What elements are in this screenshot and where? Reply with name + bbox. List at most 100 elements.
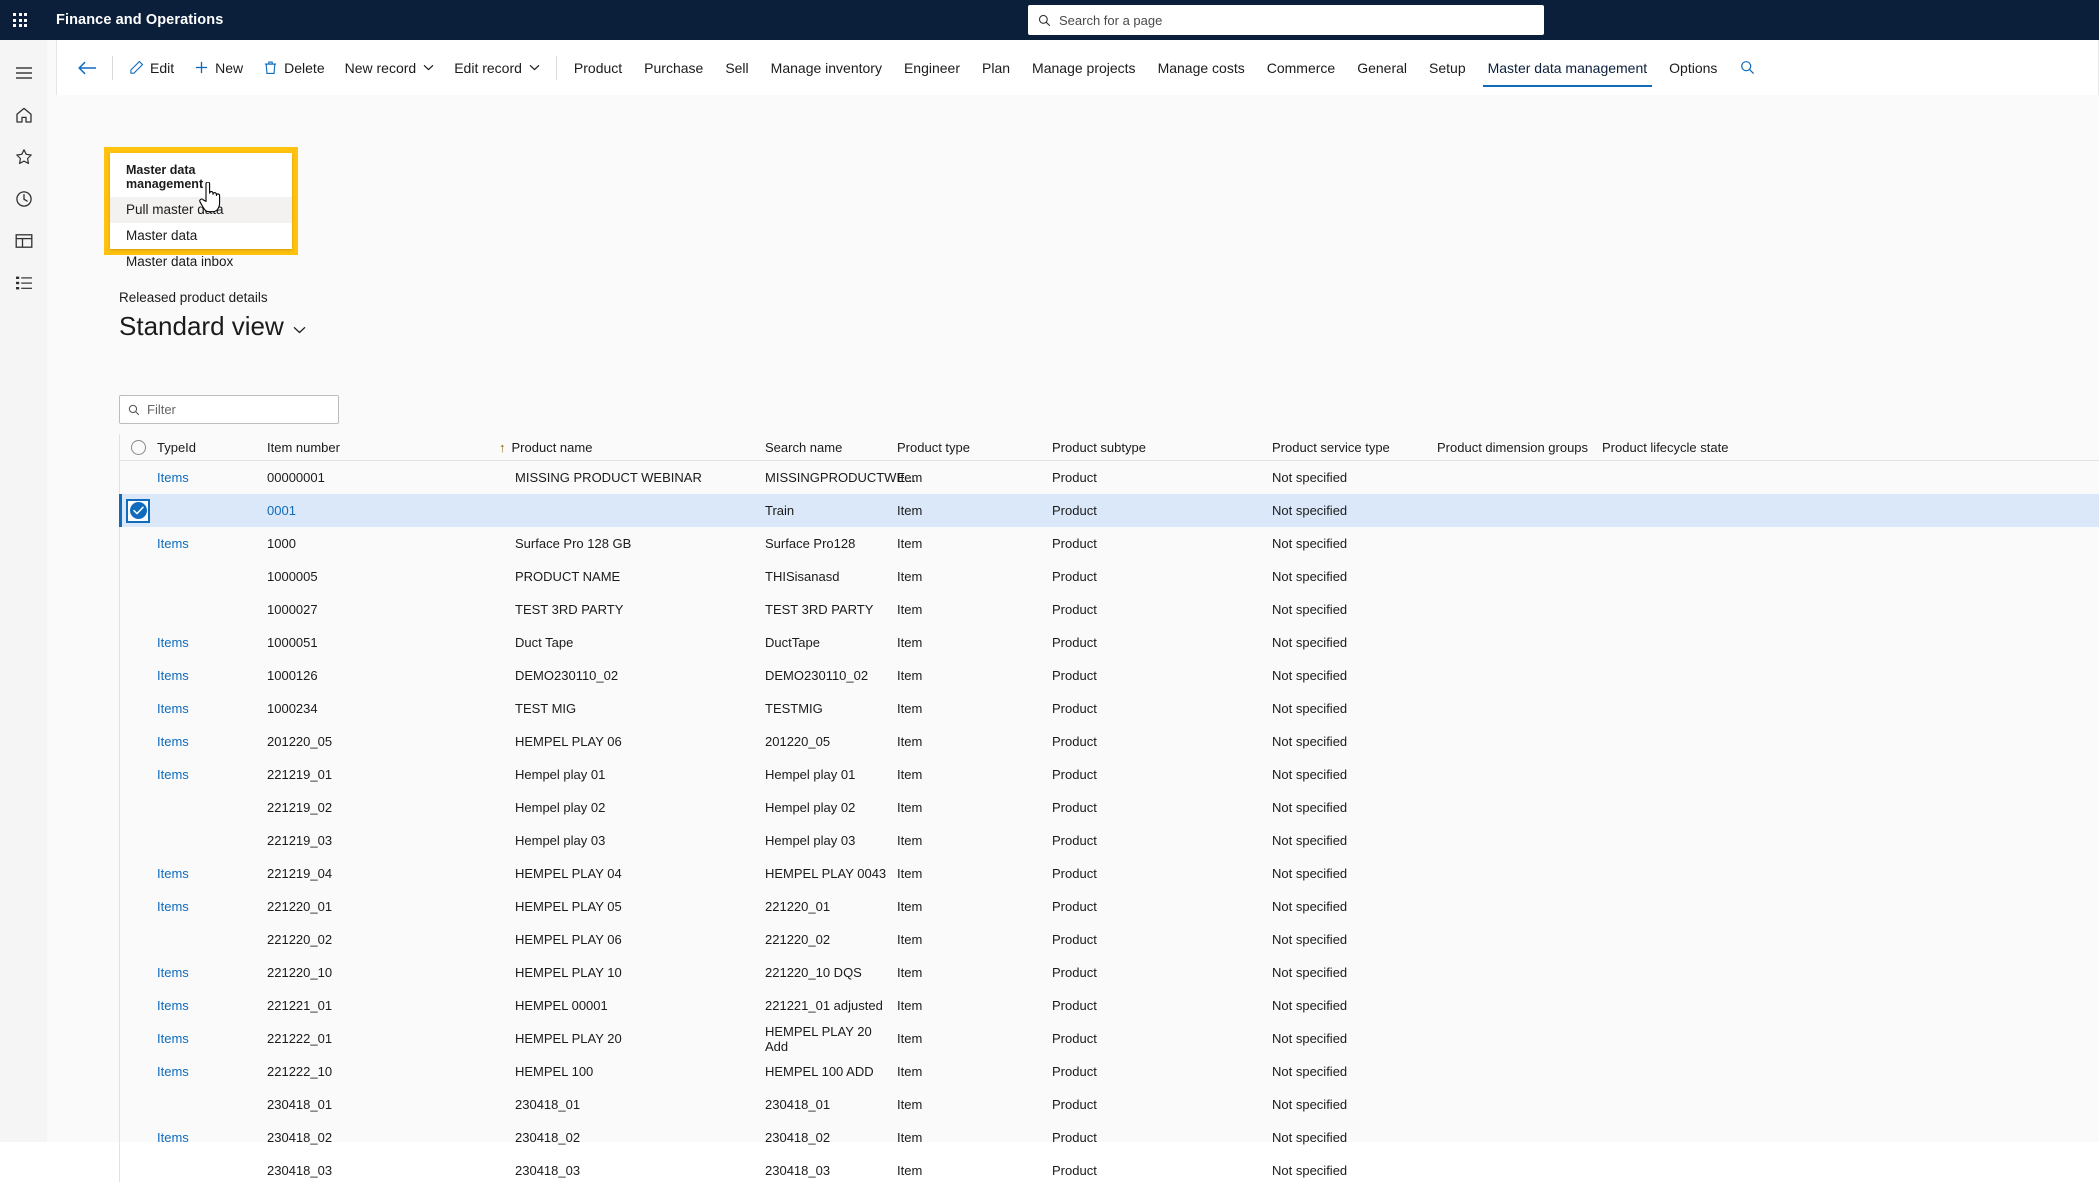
column-header-product-subtype[interactable]: Product subtype xyxy=(1052,440,1272,455)
cell-item-number[interactable]: 221222_01 xyxy=(267,1031,515,1046)
column-header-product-dimension-groups[interactable]: Product dimension groups xyxy=(1437,440,1602,455)
table-row[interactable]: Items 1000234 TEST MIG TESTMIG Item Product No… xyxy=(119,692,2099,725)
menu-item-pull-master-data[interactable]: Pull master data xyxy=(110,197,292,223)
cell-typeid[interactable]: Items xyxy=(157,536,267,551)
star-icon[interactable] xyxy=(4,136,44,178)
select-all-circle-icon[interactable] xyxy=(119,439,157,455)
cell-item-number[interactable]: 221219_03 xyxy=(267,833,515,848)
table-row[interactable]: 0001 Train Item Product Not specified xyxy=(119,494,2099,527)
cell-typeid[interactable]: Items xyxy=(157,965,267,980)
cell-typeid[interactable]: Items xyxy=(157,1130,267,1145)
select-all-checkbox[interactable] xyxy=(130,439,146,455)
row-select-cell[interactable] xyxy=(119,498,157,523)
cell-typeid[interactable]: Items xyxy=(157,734,267,749)
cell-item-number[interactable]: 1000234 xyxy=(267,701,515,716)
cell-item-number[interactable]: 1000126 xyxy=(267,668,515,683)
home-icon[interactable] xyxy=(4,94,44,136)
cell-item-number[interactable]: 221222_10 xyxy=(267,1064,515,1079)
workspaces-icon[interactable] xyxy=(4,220,44,262)
table-row[interactable]: Items 201220_05 HEMPEL PLAY 06 201220_05 Ite… xyxy=(119,725,2099,758)
typeid-link[interactable]: Items xyxy=(157,866,189,881)
tab-engineer[interactable]: Engineer xyxy=(893,42,971,93)
typeid-link[interactable]: Items xyxy=(157,1031,189,1046)
cell-item-number[interactable]: 221219_04 xyxy=(267,866,515,881)
cell-typeid[interactable]: Items xyxy=(157,701,267,716)
cell-item-number[interactable]: 230418_03 xyxy=(267,1163,515,1178)
item-number-link[interactable]: 0001 xyxy=(267,503,296,518)
cell-item-number[interactable]: 0001 xyxy=(267,503,515,518)
table-row[interactable]: 221219_03 Hempel play 03 Hempel play 03 Ite… xyxy=(119,824,2099,857)
table-row[interactable]: Items 221219_01 Hempel play 01 Hempel play … xyxy=(119,758,2099,791)
table-row[interactable]: 1000005 PRODUCT NAME THISisanasd Item Produc… xyxy=(119,560,2099,593)
column-header-product-lifecycle-state[interactable]: Product lifecycle state xyxy=(1602,440,1782,455)
table-row[interactable]: 230418_01 230418_01 230418_01 Item Product No… xyxy=(119,1088,2099,1121)
typeid-link[interactable]: Items xyxy=(157,470,189,485)
cell-typeid[interactable]: Items xyxy=(157,470,267,485)
global-search[interactable] xyxy=(1028,5,1544,35)
table-row[interactable]: Items 230418_02 230418_02 230418_02 Item Prod… xyxy=(119,1121,2099,1154)
cell-item-number[interactable]: 1000005 xyxy=(267,569,515,584)
cell-item-number[interactable]: 201220_05 xyxy=(267,734,515,749)
cell-typeid[interactable]: Items xyxy=(157,767,267,782)
tab-manage-inventory[interactable]: Manage inventory xyxy=(760,42,893,93)
tab-manage-costs[interactable]: Manage costs xyxy=(1147,42,1256,93)
typeid-link[interactable]: Items xyxy=(157,767,189,782)
modules-icon[interactable] xyxy=(4,262,44,304)
cell-typeid[interactable]: Items xyxy=(157,998,267,1013)
tab-options[interactable]: Options xyxy=(1658,42,1728,93)
typeid-link[interactable]: Items xyxy=(157,1130,189,1145)
cell-typeid[interactable]: Items xyxy=(157,1064,267,1079)
ribbon-search-icon[interactable] xyxy=(1728,51,1767,85)
table-row[interactable]: Items 1000126 DEMO230110_02 DEMO230110_02 It… xyxy=(119,659,2099,692)
column-header-typeid[interactable]: TypeId xyxy=(157,440,267,455)
table-row[interactable]: Items 1000 Surface Pro 128 GB Surface Pro12… xyxy=(119,527,2099,560)
cell-item-number[interactable]: 221219_01 xyxy=(267,767,515,782)
table-row[interactable]: Items 221221_01 HEMPEL 00001 221221_01 adju… xyxy=(119,989,2099,1022)
tab-manage-projects[interactable]: Manage projects xyxy=(1021,42,1147,93)
column-header-product-service-type[interactable]: Product service type xyxy=(1272,440,1437,455)
table-row[interactable]: 221220_02 HEMPEL PLAY 06 221220_02 Item Prod… xyxy=(119,923,2099,956)
typeid-link[interactable]: Items xyxy=(157,998,189,1013)
table-row[interactable]: Items 221220_01 HEMPEL PLAY 05 221220_01 Ite… xyxy=(119,890,2099,923)
table-row[interactable]: 1000027 TEST 3RD PARTY TEST 3RD PARTY Item P… xyxy=(119,593,2099,626)
typeid-link[interactable]: Items xyxy=(157,536,189,551)
new-record-menu[interactable]: New record xyxy=(335,51,445,85)
tab-sell[interactable]: Sell xyxy=(714,42,759,93)
cell-item-number[interactable]: 1000051 xyxy=(267,635,515,650)
filter-field[interactable] xyxy=(119,395,339,424)
cell-typeid[interactable]: Items xyxy=(157,668,267,683)
filter-input[interactable] xyxy=(147,402,330,417)
tab-master-data-management[interactable]: Master data management xyxy=(1477,42,1659,93)
cell-item-number[interactable]: 221220_02 xyxy=(267,932,515,947)
table-row[interactable]: Items 221222_10 HEMPEL 100 HEMPEL 100 ADD It… xyxy=(119,1055,2099,1088)
cell-item-number[interactable]: 230418_01 xyxy=(267,1097,515,1112)
table-row[interactable]: Items 1000051 Duct Tape DuctTape Item Product… xyxy=(119,626,2099,659)
typeid-link[interactable]: Items xyxy=(157,965,189,980)
typeid-link[interactable]: Items xyxy=(157,1064,189,1079)
chevron-down-icon[interactable] xyxy=(293,320,306,334)
menu-item-master-data[interactable]: Master data xyxy=(110,223,292,249)
cell-item-number[interactable]: 221219_02 xyxy=(267,800,515,815)
cell-typeid[interactable]: Items xyxy=(157,899,267,914)
table-row[interactable]: 230418_03 230418_03 230418_03 Item Product No… xyxy=(119,1154,2099,1187)
typeid-link[interactable]: Items xyxy=(157,635,189,650)
typeid-link[interactable]: Items xyxy=(157,701,189,716)
cell-item-number[interactable]: 00000001 xyxy=(267,470,515,485)
typeid-link[interactable]: Items xyxy=(157,734,189,749)
column-header-item-number[interactable]: Item number xyxy=(267,440,515,455)
table-row[interactable]: Items 221222_01 HEMPEL PLAY 20 HEMPEL PLAY … xyxy=(119,1022,2099,1055)
tab-general[interactable]: General xyxy=(1346,42,1418,93)
tab-setup[interactable]: Setup xyxy=(1418,42,1477,93)
cell-typeid[interactable]: Items xyxy=(157,635,267,650)
column-header-search-name[interactable]: Search name xyxy=(765,440,897,455)
column-header-product-type[interactable]: Product type xyxy=(897,440,1052,455)
cell-item-number[interactable]: 221221_01 xyxy=(267,998,515,1013)
edit-button[interactable]: Edit xyxy=(119,51,184,85)
tab-commerce[interactable]: Commerce xyxy=(1256,42,1346,93)
delete-button[interactable]: Delete xyxy=(253,51,334,85)
cell-item-number[interactable]: 221220_01 xyxy=(267,899,515,914)
typeid-link[interactable]: Items xyxy=(157,668,189,683)
new-button[interactable]: New xyxy=(184,51,253,85)
typeid-link[interactable]: Items xyxy=(157,899,189,914)
back-arrow-icon[interactable] xyxy=(69,51,106,85)
